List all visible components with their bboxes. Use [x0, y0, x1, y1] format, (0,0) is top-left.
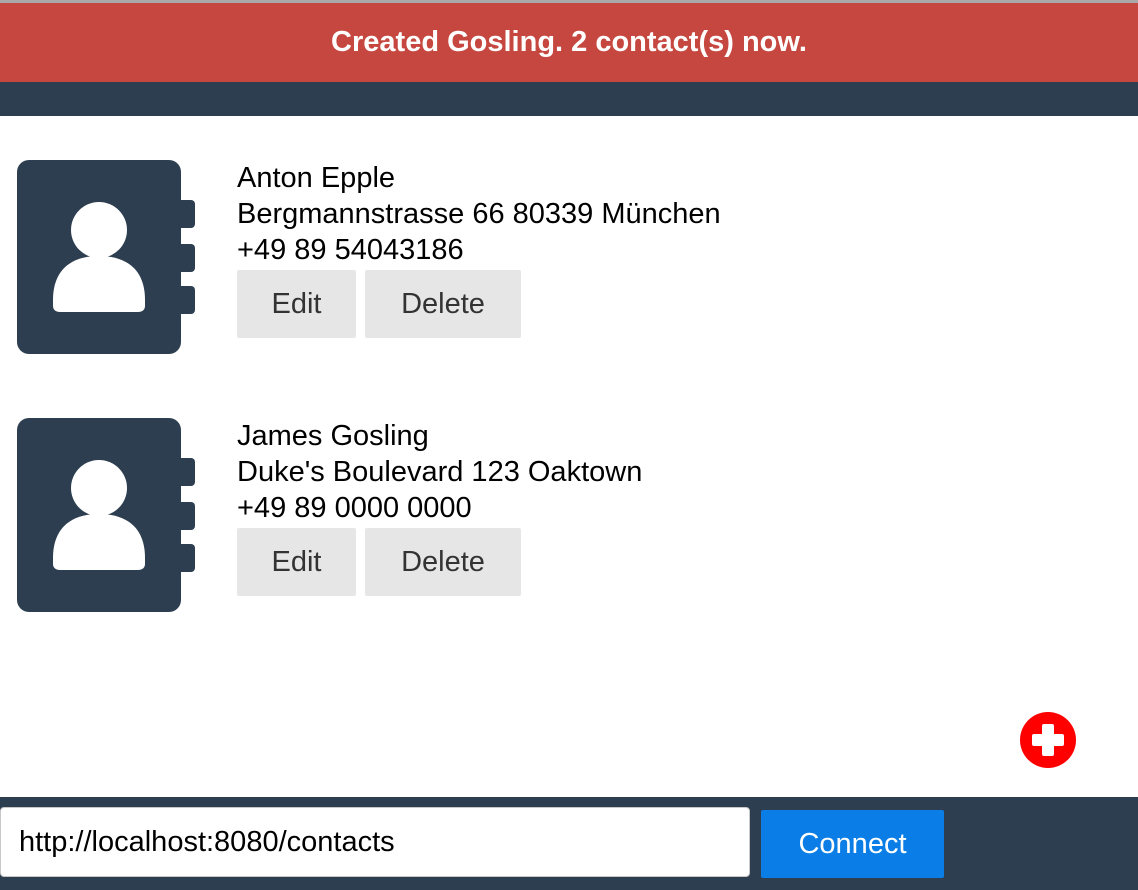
contact-item: Anton Epple Bergmannstrasse 66 80339 Mün…: [0, 116, 1138, 354]
contact-details: Anton Epple Bergmannstrasse 66 80339 Mün…: [237, 160, 721, 268]
header-bar: [0, 82, 1138, 116]
notification-banner: Created Gosling. 2 contact(s) now.: [0, 3, 1138, 82]
contact-phone: +49 89 0000 0000: [237, 492, 472, 524]
connect-button[interactable]: Connect: [761, 810, 944, 878]
contact-book-icon: [17, 160, 195, 354]
contact-item: James Gosling Duke's Boulevard 123 Oakto…: [0, 374, 1138, 612]
contact-details: James Gosling Duke's Boulevard 123 Oakto…: [237, 418, 642, 526]
contact-book-icon: [17, 418, 195, 612]
add-contact-button[interactable]: [1020, 712, 1076, 768]
contact-actions: Edit Delete: [237, 528, 521, 596]
contact-name: Anton Epple: [237, 162, 396, 194]
edit-button[interactable]: Edit: [237, 528, 356, 596]
server-url-input[interactable]: [0, 807, 750, 877]
plus-circle-icon: [1020, 712, 1076, 768]
delete-button[interactable]: Delete: [365, 270, 521, 338]
contact-name: James Gosling: [237, 420, 429, 452]
footer-bar: Connect: [0, 797, 1138, 890]
notification-message: Created Gosling. 2 contact(s) now.: [331, 26, 807, 58]
contact-address: Bergmannstrasse 66 80339 München: [237, 198, 721, 230]
contact-address: Duke's Boulevard 123 Oaktown: [237, 456, 643, 488]
delete-button[interactable]: Delete: [365, 528, 521, 596]
edit-button[interactable]: Edit: [237, 270, 356, 338]
contact-phone: +49 89 54043186: [237, 234, 464, 266]
contact-actions: Edit Delete: [237, 270, 521, 338]
